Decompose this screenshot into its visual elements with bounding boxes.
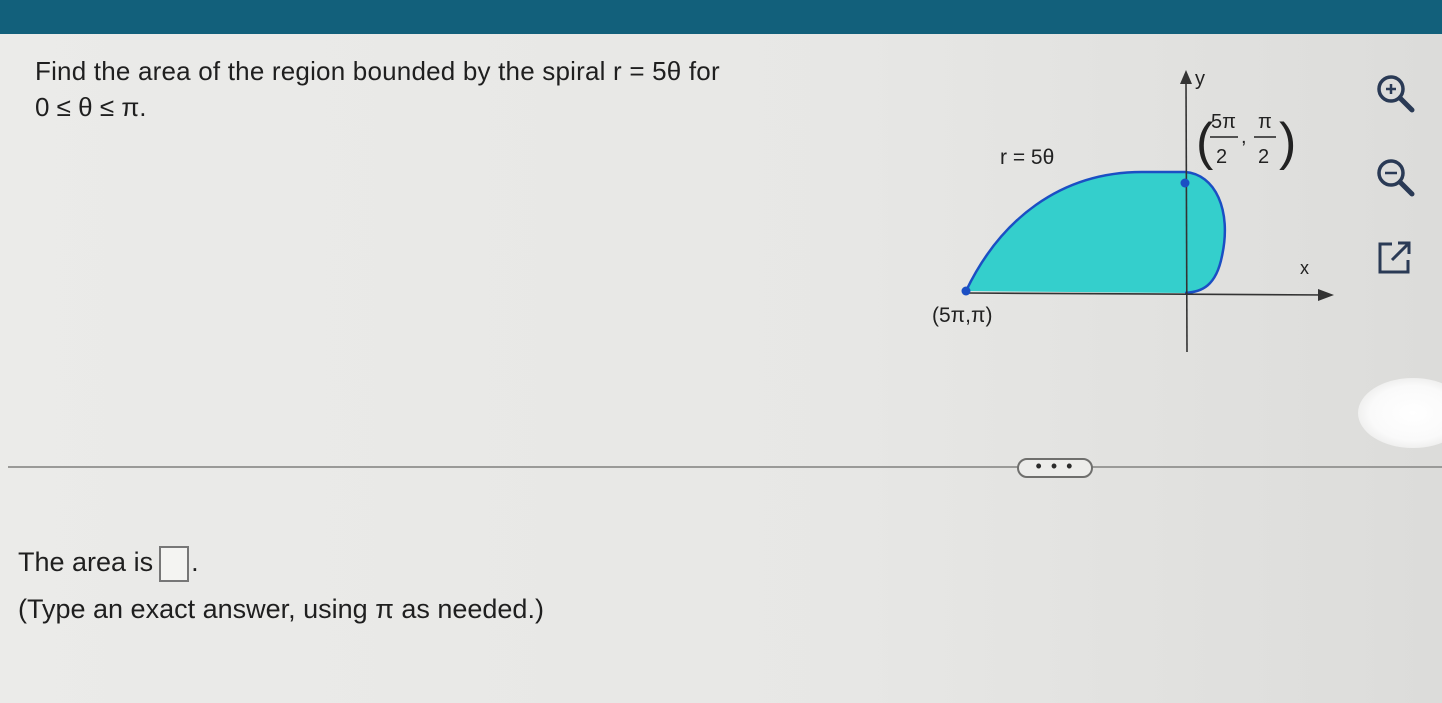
top-frac2-den: 2 (1258, 146, 1269, 168)
top-frac1-den: 2 (1216, 146, 1227, 168)
y-axis-label: y (1195, 68, 1205, 90)
point-left-label: (5π,π) (932, 304, 992, 327)
popout-icon (1378, 241, 1411, 274)
top-paren-right: ) (1279, 113, 1296, 171)
zoom-out-icon (1377, 159, 1415, 197)
zoom-in-icon (1377, 75, 1415, 113)
answer-line: The area is. (18, 546, 199, 582)
question-text: Find the area of the region bounded by t… (35, 56, 720, 86)
x-axis (965, 292, 1329, 296)
top-frac1-num: 5π (1211, 111, 1236, 133)
popout-button[interactable] (1370, 232, 1420, 282)
zoom-in-button[interactable] (1370, 68, 1420, 118)
question-range: 0 ≤ θ ≤ π. (35, 92, 147, 122)
y-axis (1185, 79, 1188, 353)
more-button[interactable]: • • • (1017, 457, 1093, 478)
answer-input[interactable] (159, 546, 190, 582)
top-bar (0, 0, 1442, 34)
point-left (961, 286, 971, 296)
zoom-out-button[interactable] (1370, 152, 1420, 202)
top-frac2-num: π (1258, 111, 1272, 133)
x-axis-label: x (1300, 258, 1309, 278)
figure-svg: y x r = 5θ (5π,π) ( 5π 2 , π 2 ) (932, 68, 1334, 353)
point-top (1180, 178, 1190, 188)
polar-spiral-figure: y x r = 5θ (5π,π) ( 5π 2 , π 2 ) (920, 60, 1350, 360)
y-axis-arrow (1180, 70, 1192, 84)
top-comma: , (1241, 126, 1247, 148)
answer-prefix: The area is (18, 547, 154, 578)
x-axis-arrow (1318, 289, 1334, 301)
curve-label: r = 5θ (1000, 146, 1054, 169)
answer-suffix: . (191, 547, 199, 578)
section-divider (8, 466, 1442, 468)
answer-hint: (Type an exact answer, using π as needed… (18, 594, 544, 624)
